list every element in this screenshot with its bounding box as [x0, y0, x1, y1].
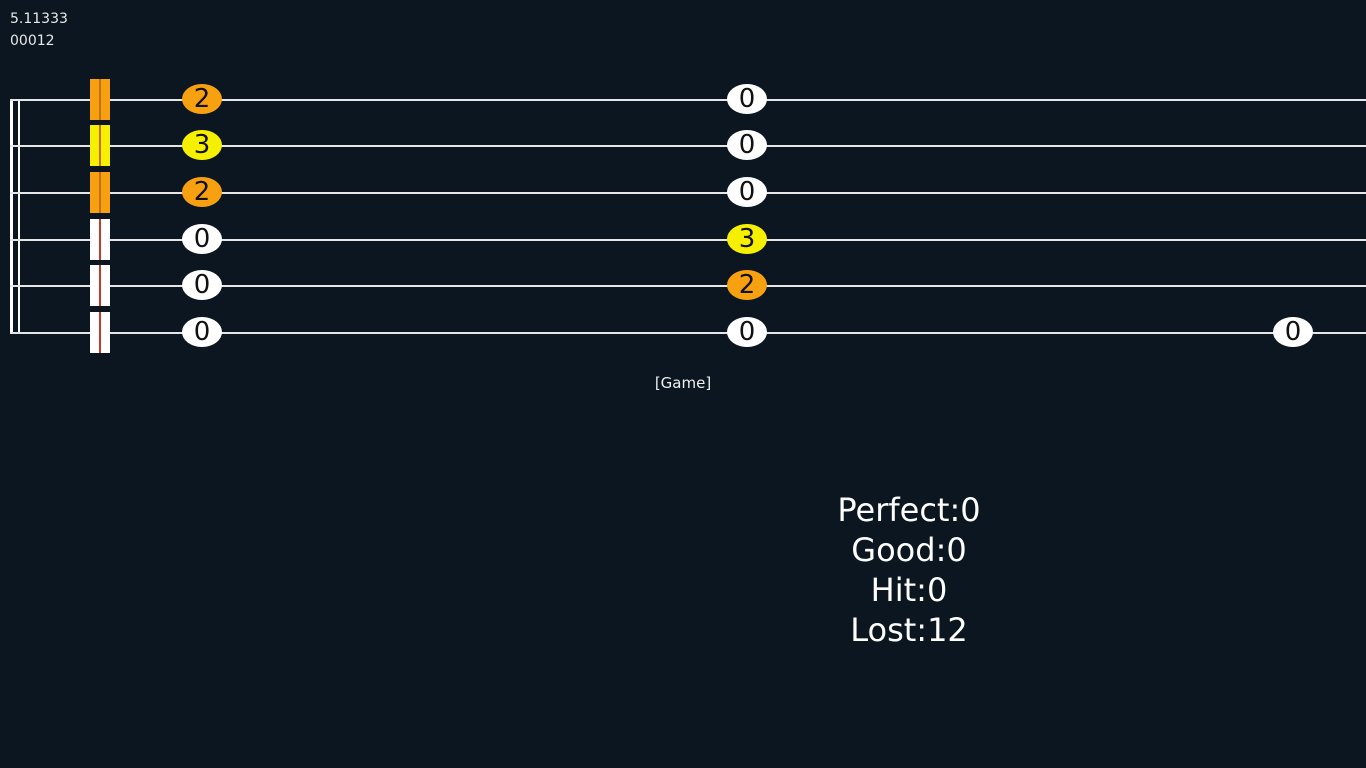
hit-marker-center-line	[99, 172, 101, 213]
note: 0	[1273, 317, 1313, 347]
perfect-count: Perfect:0	[837, 491, 981, 529]
note: 3	[182, 130, 222, 160]
note: 2	[182, 84, 222, 114]
hit-count: Hit:0	[870, 571, 948, 609]
note: 2	[727, 270, 767, 300]
note: 0	[182, 224, 222, 254]
hit-marker-center-line	[99, 312, 101, 353]
note: 0	[727, 177, 767, 207]
note: 0	[727, 317, 767, 347]
hit-marker-2	[90, 125, 110, 166]
hit-marker-center-line	[99, 219, 101, 260]
good-count: Good:0	[851, 531, 967, 569]
hit-marker-3	[90, 172, 110, 213]
note: 3	[727, 224, 767, 254]
hit-marker-center-line	[99, 125, 101, 166]
bar-start-line	[10, 99, 20, 334]
game-mode-label: [Game]	[654, 374, 712, 392]
score-panel: Perfect:0 Good:0 Hit:0 Lost:12	[809, 490, 1009, 650]
lost-count: Lost:12	[850, 611, 968, 649]
hit-marker-6	[90, 312, 110, 353]
hit-marker-center-line	[99, 265, 101, 306]
note: 2	[182, 177, 222, 207]
hit-marker-1	[90, 79, 110, 120]
hit-marker-5	[90, 265, 110, 306]
hit-marker-4	[90, 219, 110, 260]
timer-readout: 5.11333	[10, 11, 68, 27]
note: 0	[727, 84, 767, 114]
note: 0	[182, 270, 222, 300]
note: 0	[727, 130, 767, 160]
note: 0	[182, 317, 222, 347]
hit-marker-center-line	[99, 79, 101, 120]
frame-counter: 00012	[10, 33, 55, 49]
